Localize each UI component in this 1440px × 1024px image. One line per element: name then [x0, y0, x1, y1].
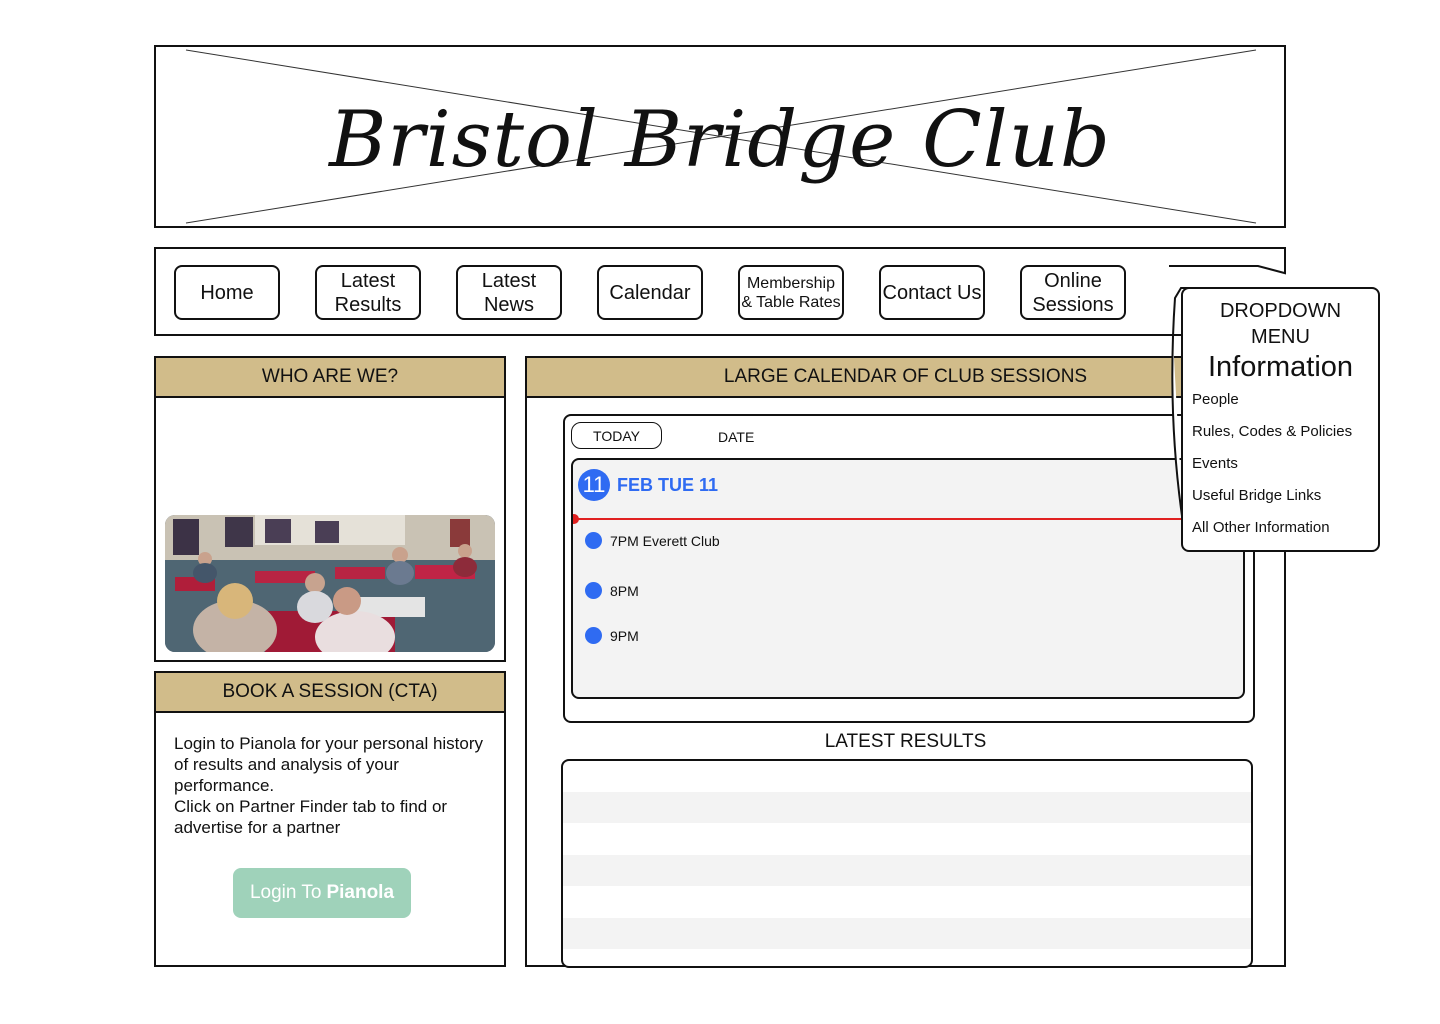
nav-label: News	[483, 293, 534, 316]
current-time-dot	[573, 514, 579, 524]
day-label: FEB TUE 11	[617, 475, 719, 495]
dropdown-title: DROPDOWN MENU	[1183, 298, 1378, 350]
event-label: 8PM	[610, 582, 639, 599]
nav-calendar-button[interactable]: Calendar	[597, 265, 703, 320]
nav-label: Calendar	[609, 281, 691, 304]
nav-latest-results-button[interactable]: Latest Results	[315, 265, 421, 320]
club-photo	[165, 515, 495, 652]
nav-home-button[interactable]: Home	[174, 265, 280, 320]
book-session-title: BOOK A SESSION (CTA)	[156, 673, 504, 713]
table-row	[563, 855, 1251, 886]
site-title: Bristol Bridge Club	[329, 95, 1111, 185]
nav-contact-us-button[interactable]: Contact Us	[879, 265, 985, 320]
today-button[interactable]: TODAY	[571, 422, 662, 449]
latest-results-table	[561, 759, 1253, 968]
who-are-we-panel: WHO ARE WE?	[154, 356, 506, 662]
nav-label: Sessions	[1032, 293, 1114, 316]
calendar-event[interactable]: 9PM	[585, 627, 639, 644]
event-dot-icon	[585, 627, 602, 644]
nav-online-sessions-button[interactable]: Online Sessions	[1020, 265, 1126, 320]
calendar-event[interactable]: 7PM Everett Club	[585, 532, 720, 549]
event-label: 9PM	[610, 627, 639, 644]
calendar-event[interactable]: 8PM	[585, 582, 639, 599]
dropdown-item-other[interactable]: All Other Information	[1192, 519, 1330, 536]
latest-results-title: LATEST RESULTS	[824, 731, 987, 752]
login-prefix: Login To	[249, 882, 322, 903]
club-photo-image	[165, 515, 495, 652]
dropdown-menu: DROPDOWN MENU Information People Rules, …	[1181, 287, 1380, 552]
nav-label: Latest	[340, 269, 396, 292]
who-are-we-title: WHO ARE WE?	[156, 358, 504, 398]
table-row	[563, 918, 1251, 949]
nav-label: Online	[1044, 269, 1102, 292]
nav-label: Latest	[481, 269, 537, 292]
calendar-widget: TODAY DATE 11 FEB TUE 11 7PM Everett Clu…	[563, 414, 1255, 723]
login-pianola-button[interactable]: Login To Pianola	[233, 868, 411, 918]
dropdown-item-people[interactable]: People	[1192, 391, 1239, 408]
dropdown-title-line: MENU	[1251, 326, 1310, 348]
nav-label: Contact Us	[882, 281, 982, 304]
dropdown-item-events[interactable]: Events	[1192, 455, 1238, 472]
nav-label: Home	[200, 281, 254, 304]
nav-label: Membership	[746, 274, 835, 292]
day-number-badge: 11	[578, 469, 610, 501]
event-label: 7PM Everett Club	[610, 532, 720, 549]
dropdown-item-rules[interactable]: Rules, Codes & Policies	[1192, 423, 1352, 440]
nav-label: Results	[334, 293, 402, 316]
dropdown-heading: Information	[1207, 351, 1354, 383]
dropdown-item-links[interactable]: Useful Bridge Links	[1192, 487, 1321, 504]
nav-label: & Table Rates	[741, 293, 841, 311]
book-session-panel: BOOK A SESSION (CTA) Login to Pianola fo…	[154, 671, 506, 967]
table-row	[563, 792, 1251, 823]
date-label[interactable]: DATE	[718, 429, 754, 445]
book-session-line: Login to Pianola for your personal histo…	[174, 734, 484, 795]
book-session-text: Login to Pianola for your personal histo…	[174, 733, 496, 838]
event-dot-icon	[585, 582, 602, 599]
nav-membership-button[interactable]: Membership & Table Rates	[738, 265, 844, 320]
current-time-line	[573, 518, 1243, 520]
nav-latest-news-button[interactable]: Latest News	[456, 265, 562, 320]
main-nav: Home Latest Results Latest News Calendar M…	[154, 247, 1286, 336]
login-brand: Pianola	[326, 882, 395, 903]
header-logo-placeholder: Bristol Bridge Club	[154, 45, 1286, 228]
book-session-line: Click on Partner Finder tab to find or a…	[174, 797, 448, 837]
calendar-day-view: 11 FEB TUE 11 7PM Everett Club 8PM 9PM	[571, 458, 1245, 699]
event-dot-icon	[585, 532, 602, 549]
dropdown-title-line: DROPDOWN	[1219, 300, 1342, 322]
